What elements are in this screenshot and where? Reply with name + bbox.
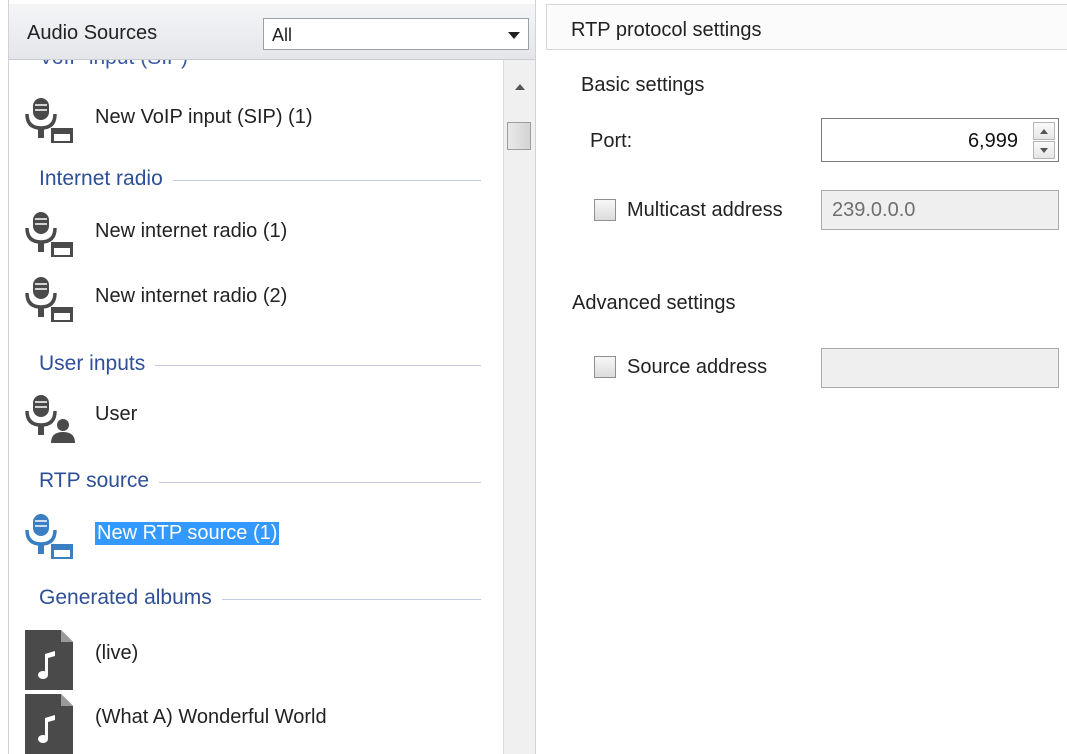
item-label: New internet radio (1)	[95, 220, 288, 242]
item-label: New RTP source (1)	[95, 522, 280, 545]
port-decrement-button[interactable]	[1033, 141, 1055, 159]
item-label: New internet radio (2)	[95, 285, 288, 307]
audio-sources-panel: Audio Sources All VoIP input (SIP) New V…	[8, 0, 536, 754]
caret-down-icon	[1040, 148, 1048, 153]
advanced-settings-title: Advanced settings	[572, 292, 736, 314]
source-filter-dropdown[interactable]: All	[263, 18, 529, 50]
music-file-icon	[25, 694, 73, 754]
list-item[interactable]: (live)	[9, 626, 503, 690]
group-header-user-inputs: User inputs	[9, 350, 503, 380]
source-address-checkbox[interactable]	[594, 356, 616, 378]
multicast-address-field[interactable]: 239.0.0.0	[821, 190, 1059, 230]
microphone-device-icon	[25, 277, 73, 322]
list-item[interactable]: New VoIP input (SIP) (1)	[9, 90, 503, 150]
chevron-down-icon	[508, 32, 520, 39]
group-header-internet-radio: Internet radio	[9, 165, 503, 195]
microphone-user-icon	[25, 395, 75, 443]
audio-sources-title: Audio Sources	[27, 22, 158, 44]
item-label: New VoIP input (SIP) (1)	[95, 106, 313, 128]
list-scrollbar[interactable]	[503, 60, 535, 754]
group-label: Internet radio	[39, 167, 173, 191]
multicast-checkbox[interactable]	[594, 199, 616, 221]
scroll-thumb[interactable]	[507, 122, 531, 150]
source-filter-value: All	[272, 25, 293, 45]
group-label: Generated albums	[39, 586, 222, 610]
list-item[interactable]: New internet radio (2)	[9, 269, 503, 329]
group-label: User inputs	[39, 352, 156, 376]
basic-settings-title: Basic settings	[581, 74, 705, 96]
item-label: User	[95, 403, 138, 425]
source-address-label: Source address	[627, 356, 768, 378]
source-address-field[interactable]	[821, 348, 1059, 388]
rtp-settings-panel: RTP protocol settings Basic settings Por…	[546, 0, 1067, 754]
scroll-up-arrow-icon[interactable]	[515, 84, 525, 90]
port-increment-button[interactable]	[1033, 122, 1055, 140]
list-item[interactable]: New internet radio (1)	[9, 204, 503, 264]
multicast-address-value: 239.0.0.0	[832, 199, 916, 221]
microphone-device-icon	[25, 98, 73, 143]
microphone-device-icon	[25, 514, 73, 559]
music-file-icon	[25, 630, 73, 690]
microphone-device-icon	[25, 212, 73, 257]
group-header-voip: VoIP input (SIP)	[39, 60, 188, 70]
list-item-selected[interactable]: New RTP source (1)	[9, 506, 503, 566]
rtp-settings-header: RTP protocol settings	[546, 4, 1067, 50]
port-stepper[interactable]: 6,999	[821, 118, 1059, 162]
port-value: 6,999	[967, 130, 1018, 152]
group-label: RTP source	[39, 469, 160, 493]
audio-source-list[interactable]: VoIP input (SIP) New VoIP input (SIP) (1…	[9, 60, 503, 754]
list-item[interactable]: (What A) Wonderful World	[9, 690, 503, 754]
multicast-label: Multicast address	[627, 199, 783, 221]
caret-up-icon	[1040, 129, 1048, 134]
rtp-settings-title: RTP protocol settings	[571, 19, 762, 41]
group-header-rtp-source: RTP source	[9, 467, 503, 497]
list-item[interactable]: User	[9, 387, 503, 447]
audio-sources-header: Audio Sources All	[9, 4, 535, 60]
item-label: (What A) Wonderful World	[95, 706, 327, 728]
item-label: (live)	[95, 642, 139, 664]
group-header-generated-albums: Generated albums	[9, 584, 503, 614]
port-label: Port:	[590, 130, 633, 152]
